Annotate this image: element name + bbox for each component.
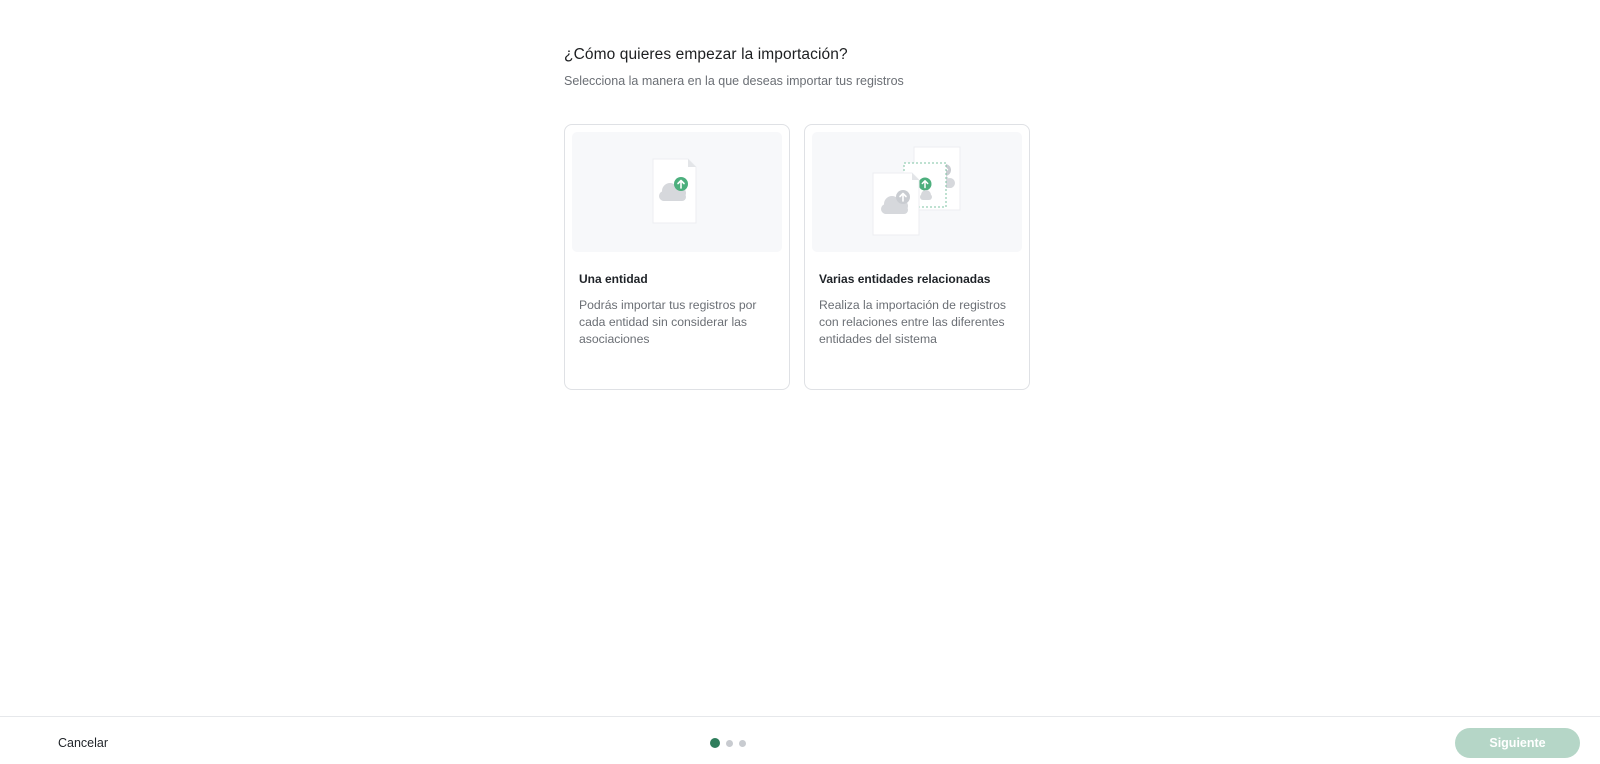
multi-file-upload-illustration	[872, 146, 961, 236]
page-title: ¿Cómo quieres empezar la importación?	[564, 46, 848, 63]
single-file-upload-icon	[572, 132, 782, 252]
option-card-multiple-entities[interactable]: Varias entidades relacionadas Realiza la…	[804, 124, 1030, 390]
next-button[interactable]: Siguiente	[1455, 728, 1580, 758]
import-wizard-page: ¿Cómo quieres empezar la importación? Se…	[0, 0, 1600, 764]
option-description: Realiza la importación de registros con …	[819, 298, 1006, 346]
option-card-single-entity[interactable]: Una entidad Podrás importar tus registro…	[564, 124, 790, 390]
step-dot	[726, 739, 733, 747]
step-indicator	[710, 738, 746, 748]
step-dot-active	[710, 738, 720, 748]
import-options: Una entidad Podrás importar tus registro…	[564, 124, 1034, 390]
option-description: Podrás importar tus registros por cada e…	[579, 298, 757, 346]
import-content: ¿Cómo quieres empezar la importación? Se…	[564, 46, 1034, 390]
step-dot	[739, 739, 746, 747]
option-title: Varias entidades relacionadas	[819, 272, 991, 286]
option-title: Una entidad	[579, 272, 648, 286]
page-subtitle: Selecciona la manera en la que deseas im…	[564, 74, 904, 88]
multi-file-upload-icon	[812, 132, 1022, 252]
wizard-footer: Cancelar Siguiente	[0, 716, 1600, 764]
cancel-button[interactable]: Cancelar	[58, 736, 108, 750]
single-file-upload-illustration	[652, 158, 697, 224]
